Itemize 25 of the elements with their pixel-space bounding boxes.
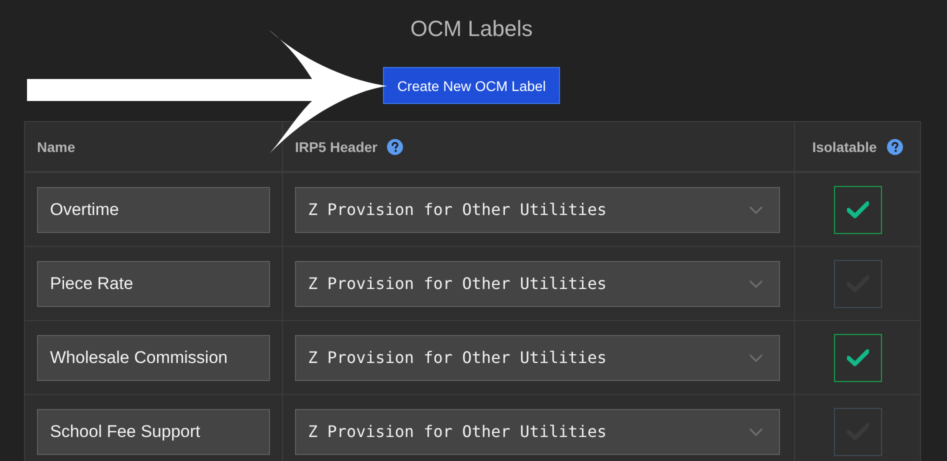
help-icon[interactable] bbox=[387, 138, 404, 154]
help-icon[interactable] bbox=[886, 138, 903, 154]
check-icon bbox=[846, 200, 868, 218]
chevron-down-icon bbox=[749, 280, 763, 288]
name-field[interactable]: Wholesale Commission bbox=[37, 334, 270, 380]
isolatable-checkbox[interactable] bbox=[834, 186, 882, 234]
irp5-header-dropdown[interactable]: Z Provision for Other Utilities bbox=[295, 186, 780, 232]
chevron-down-icon bbox=[749, 428, 763, 436]
irp5-header-dropdown[interactable]: Z Provision for Other Utilities bbox=[295, 334, 780, 380]
column-header: IRP5 Header bbox=[295, 138, 378, 154]
chevron-down-icon bbox=[749, 354, 763, 362]
column-header: Name bbox=[37, 138, 76, 154]
isolatable-checkbox[interactable] bbox=[834, 260, 882, 308]
column-header: Isolatable bbox=[812, 138, 877, 154]
isolatable-checkbox[interactable] bbox=[834, 408, 882, 456]
isolatable-checkbox[interactable] bbox=[834, 334, 882, 382]
page-title: OCM Labels bbox=[409, 15, 534, 43]
name-field[interactable]: School Fee Support bbox=[37, 408, 270, 454]
irp5-header-dropdown[interactable]: Z Provision for Other Utilities bbox=[295, 260, 780, 306]
name-field[interactable]: Overtime bbox=[37, 186, 270, 232]
chevron-down-icon bbox=[749, 206, 763, 214]
irp5-header-dropdown[interactable]: Z Provision for Other Utilities bbox=[295, 408, 780, 454]
name-field[interactable]: Piece Rate bbox=[37, 260, 270, 306]
check-icon bbox=[846, 348, 868, 366]
create-label-button[interactable]: Create New OCM Label bbox=[383, 67, 560, 104]
